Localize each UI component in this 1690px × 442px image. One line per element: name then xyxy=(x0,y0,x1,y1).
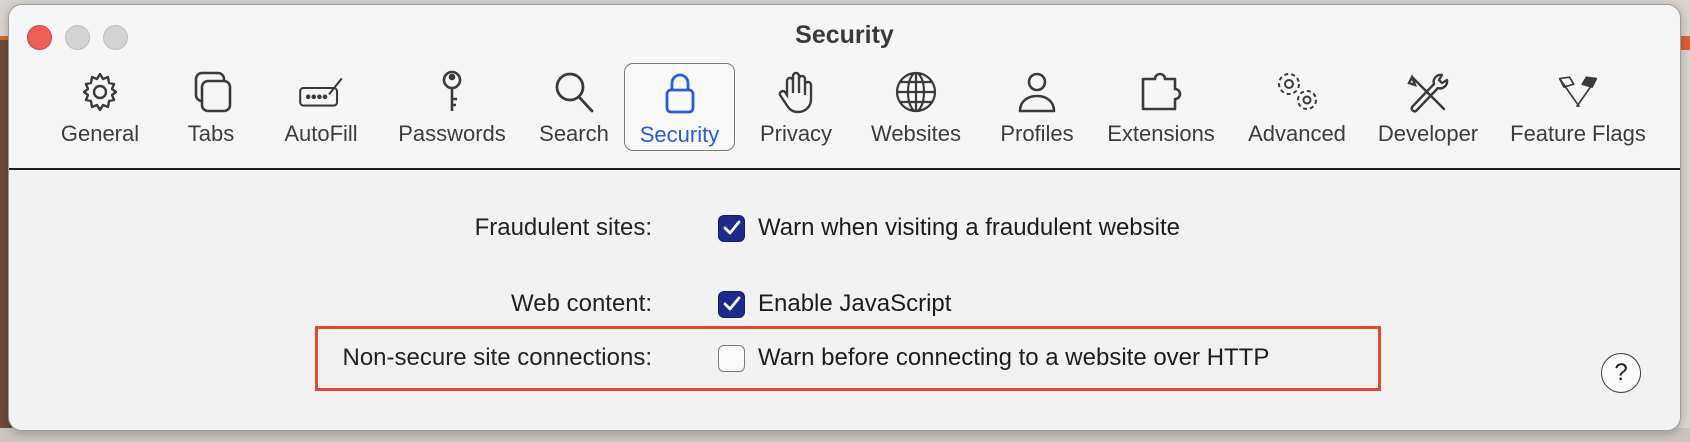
gears-icon xyxy=(1278,73,1317,110)
tab-autofill[interactable]: AutoFill xyxy=(271,63,371,151)
tab-feature-flags[interactable]: Feature Flags xyxy=(1503,63,1653,151)
tab-passwords[interactable]: Passwords xyxy=(387,63,517,151)
tab-label: Extensions xyxy=(1107,121,1215,146)
tab-label: Profiles xyxy=(1000,121,1074,146)
puzzle-icon xyxy=(1141,72,1182,111)
tab-label: General xyxy=(60,121,140,146)
tab-label: Security xyxy=(639,122,720,147)
tab-label: Feature Flags xyxy=(1510,121,1646,146)
tab-privacy[interactable]: Privacy xyxy=(751,63,841,151)
tab-developer[interactable]: Developer xyxy=(1371,63,1485,151)
enable-javascript-option[interactable]: Enable JavaScript xyxy=(758,290,951,318)
tab-label: Tabs xyxy=(187,121,235,146)
web-content-label: Web content: xyxy=(511,290,652,317)
flags-icon xyxy=(1558,76,1598,108)
fraudulent-sites-label: Fraudulent sites: xyxy=(474,214,652,241)
non-secure-label: Non-secure site connections: xyxy=(342,344,653,371)
lock-icon xyxy=(665,73,694,114)
tab-label: Developer xyxy=(1377,121,1479,146)
gear-icon xyxy=(82,72,118,112)
warn-http-checkbox[interactable] xyxy=(718,344,745,372)
magnifier-icon xyxy=(555,72,594,113)
tools-icon xyxy=(1407,73,1449,113)
tab-search[interactable]: Search xyxy=(531,63,617,151)
globe-icon xyxy=(895,71,937,113)
tab-tabs[interactable]: Tabs xyxy=(171,63,251,151)
hand-icon xyxy=(778,71,813,114)
tab-websites[interactable]: Websites xyxy=(861,63,971,151)
tab-profiles[interactable]: Profiles xyxy=(987,63,1087,151)
tab-label: AutoFill xyxy=(284,121,358,146)
fraudulent-website-checkbox[interactable] xyxy=(718,214,745,242)
web-content-row: Web content: Enable JavaScript xyxy=(9,287,1680,321)
help-button[interactable]: ? xyxy=(1601,353,1641,393)
fraudulent-sites-row: Fraudulent sites: Warn when visiting a f… xyxy=(9,211,1680,245)
window-title: Security xyxy=(795,21,894,49)
titlebar: Security General Tabs AutoFill Passwords… xyxy=(9,5,1680,170)
tab-label: Search xyxy=(539,121,609,146)
checkmark-icon xyxy=(723,220,740,235)
tab-extensions[interactable]: Extensions xyxy=(1099,63,1223,151)
tabs-icon xyxy=(194,71,232,113)
non-secure-row: Non-secure site connections: Warn before… xyxy=(9,341,1680,375)
fraudulent-website-option[interactable]: Warn when visiting a fraudulent website xyxy=(758,214,1180,242)
tab-general[interactable]: General xyxy=(47,63,153,151)
preferences-toolbar: General Tabs AutoFill Passwords Search S… xyxy=(9,63,1680,155)
key-icon xyxy=(442,70,462,111)
warn-http-option[interactable]: Warn before connecting to a website over… xyxy=(758,344,1269,372)
tab-label: Privacy xyxy=(759,121,833,146)
tab-label: Advanced xyxy=(1248,121,1346,146)
person-icon xyxy=(1018,72,1056,113)
autofill-icon xyxy=(299,77,343,107)
tab-label: Passwords xyxy=(398,121,506,146)
settings-window: Security General Tabs AutoFill Passwords… xyxy=(8,4,1681,431)
tab-security[interactable]: Security xyxy=(624,63,735,151)
enable-javascript-checkbox[interactable] xyxy=(718,290,745,318)
security-settings-pane: Fraudulent sites: Warn when visiting a f… xyxy=(9,170,1680,430)
tab-advanced[interactable]: Advanced xyxy=(1235,63,1359,151)
checkmark-icon xyxy=(723,296,740,311)
tab-label: Websites xyxy=(870,121,962,146)
